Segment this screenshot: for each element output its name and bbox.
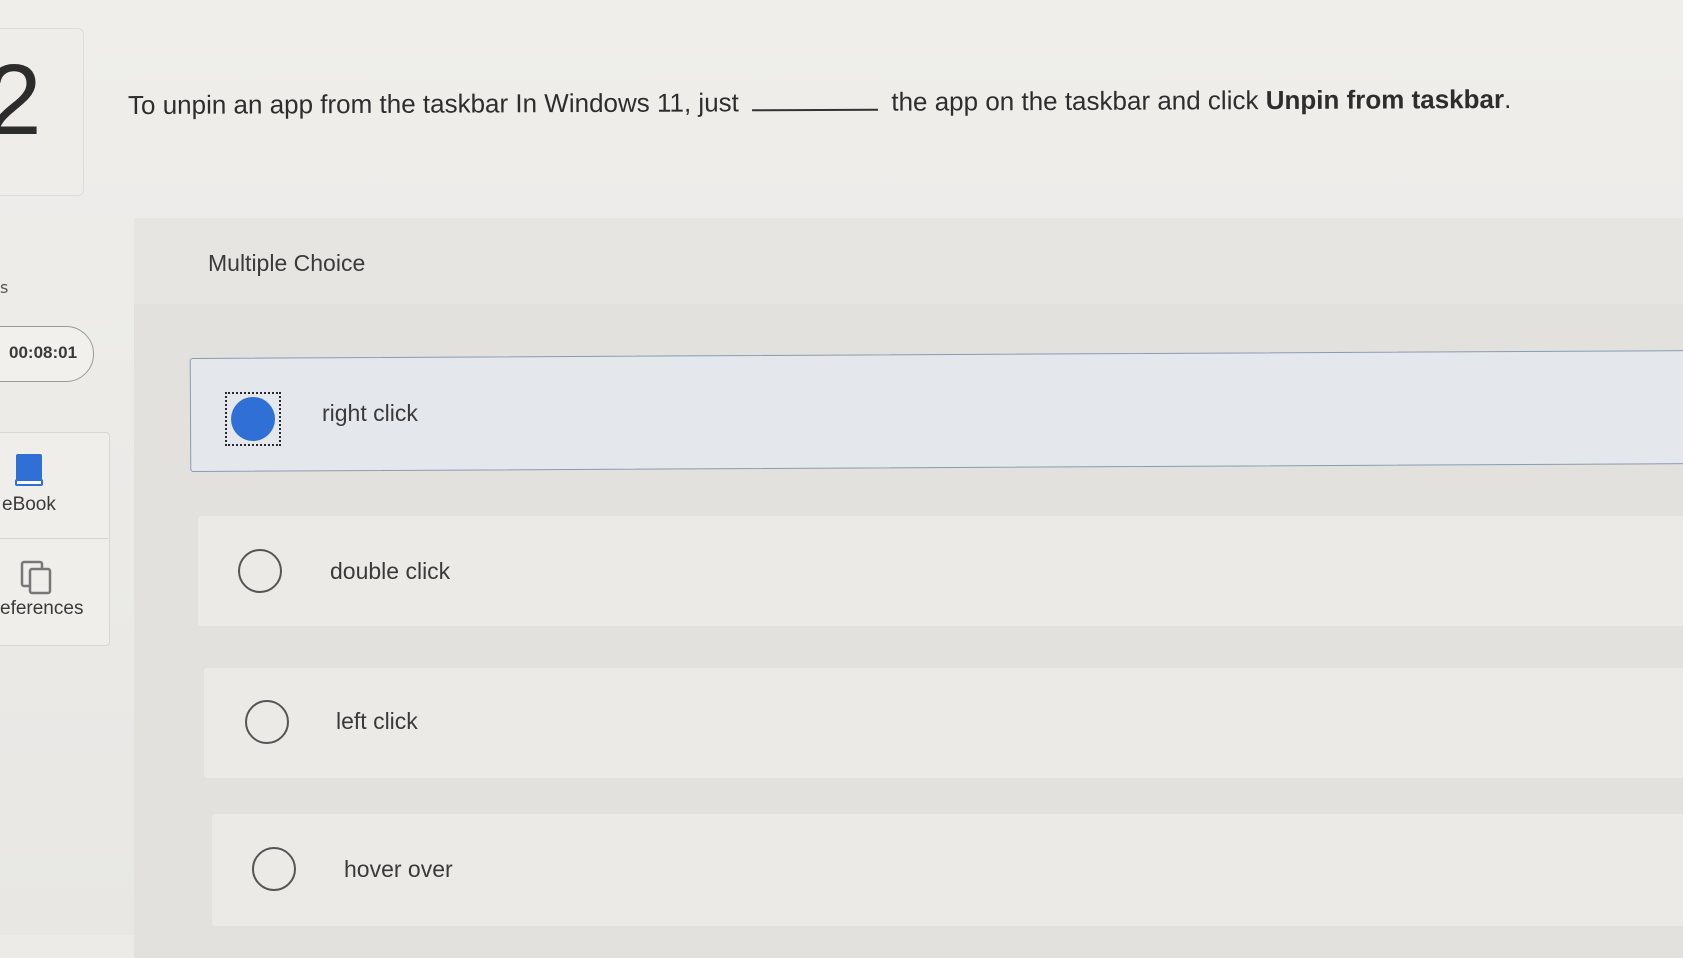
choice-label[interactable]: hover over [344,856,453,883]
quiz-page: 2 s 00:08:01 eBook eferences To unpin an… [0,0,1683,958]
tools-divider [0,538,108,539]
choice-label[interactable]: right click [322,400,418,427]
question-text-end: . [1503,83,1512,114]
answer-type-heading: Multiple Choice [208,250,366,276]
timer-value: 00:08:01 [9,343,78,362]
timer-badge[interactable]: 00:08:01 [0,326,94,382]
choice-label[interactable]: left click [336,708,418,735]
fill-in-blank [752,107,879,112]
answer-header-band [134,218,1683,304]
ebook-button-label[interactable]: eBook [2,494,56,516]
radio-selected-icon[interactable] [231,397,275,441]
rail-text-fragment: s [0,278,9,297]
question-number: 2 [0,44,42,156]
copy-icon[interactable] [20,560,54,600]
question-text-after: the app on the taskbar and click [891,85,1259,117]
question-text-bold: Unpin from taskbar [1265,83,1505,116]
choice-label[interactable]: double click [330,558,450,585]
radio-unselected-icon[interactable] [245,700,289,744]
radio-unselected-icon[interactable] [238,549,282,593]
book-icon[interactable] [14,452,46,492]
radio-unselected-icon[interactable] [252,847,296,891]
references-button-label[interactable]: eferences [0,598,83,620]
question-prompt: To unpin an app from the taskbar In Wind… [128,83,1668,121]
choice-left-click[interactable] [204,668,1683,778]
question-text-before: To unpin an app from the taskbar In Wind… [127,87,739,120]
